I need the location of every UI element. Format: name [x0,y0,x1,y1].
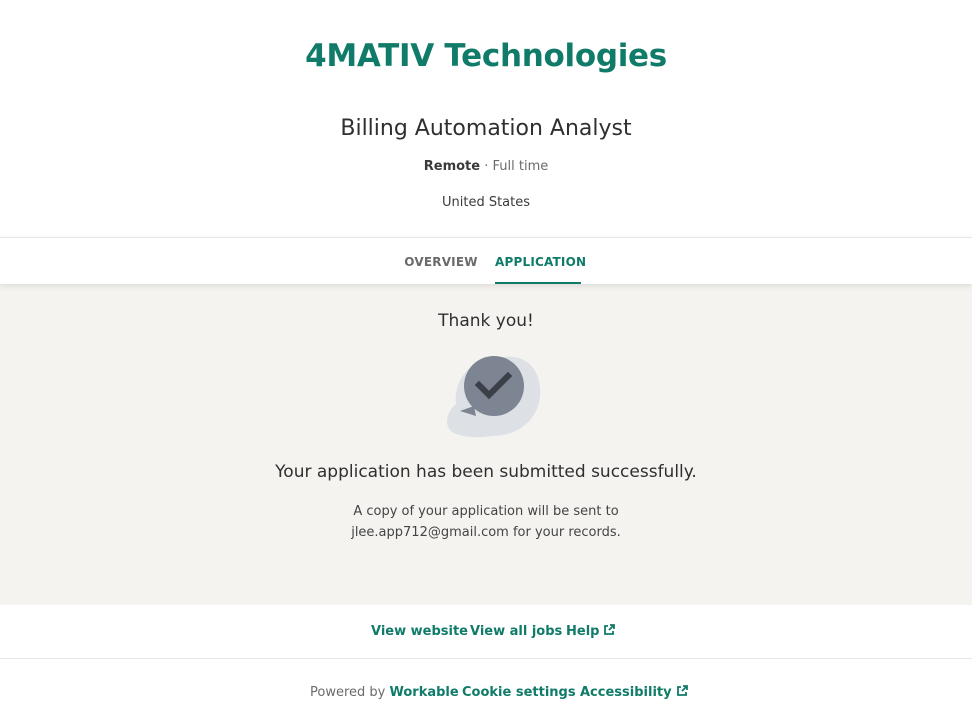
chat-check-icon [447,356,541,438]
employment-type: Full time [492,159,549,174]
success-message: Your application has been submitted succ… [275,462,697,482]
tab-overview[interactable]: OVERVIEW [403,238,479,284]
page-footer: Powered by Workable Cookie settings Acce… [0,659,972,727]
view-all-jobs-link[interactable]: View all jobs [470,624,562,639]
help-link-label: Help [566,624,600,639]
meta-separator: · [480,159,493,174]
copy-note: A copy of your application will be sent … [351,504,621,540]
help-link[interactable]: Help [566,624,616,639]
workable-link[interactable]: Workable [389,685,458,700]
powered-by-label: Powered by [310,685,390,700]
tab-application[interactable]: APPLICATION [495,238,586,284]
powered-by: Powered by Workable [310,685,459,700]
thank-you-heading: Thank you! [438,311,534,331]
company-links: View website View all jobs Help [0,605,972,659]
accessibility-link-label: Accessibility [580,685,672,700]
external-link-icon [604,624,616,635]
cookie-settings-link[interactable]: Cookie settings [462,685,576,700]
job-meta: Remote · Full time [0,159,972,174]
confirmation-panel: Thank you! Your application has been sub… [0,284,972,605]
view-website-link[interactable]: View website [371,624,468,639]
job-location: United States [441,195,531,210]
workplace-type: Remote [423,159,481,174]
job-header: 4MATIV Technologies Billing Automation A… [0,0,972,238]
job-title: Billing Automation Analyst [340,116,632,141]
tab-bar: OVERVIEW APPLICATION [0,237,972,284]
accessibility-link[interactable]: Accessibility [580,685,688,700]
company-name: 4MATIV Technologies [305,38,667,74]
external-link-icon [676,685,688,696]
